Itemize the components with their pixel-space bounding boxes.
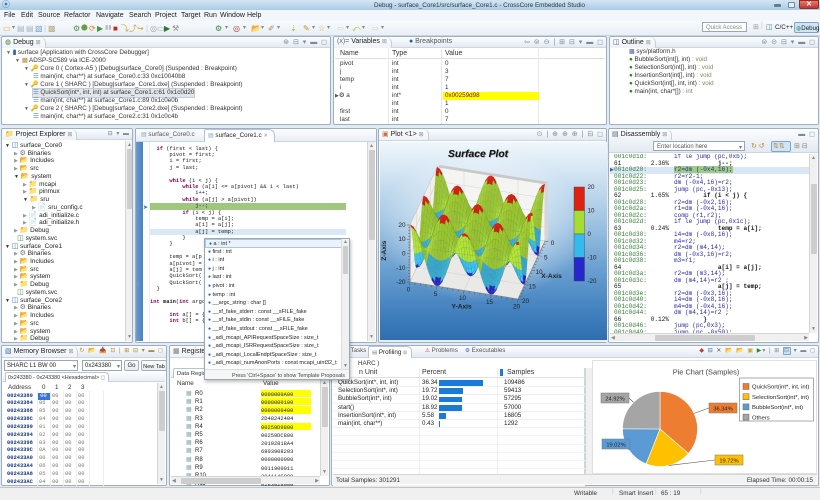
svg-text:24.92%: 24.92% [605, 396, 624, 402]
svg-text:20: 20 [522, 298, 530, 305]
svg-text:BubbleSort(int*, int): BubbleSort(int*, int) [752, 405, 803, 411]
svg-text:X-Axis: X-Axis [541, 273, 562, 280]
svg-text:5: 5 [434, 291, 438, 298]
svg-text:20: 20 [398, 222, 406, 229]
svg-text:-10: -10 [588, 255, 598, 262]
svg-text:10: 10 [459, 295, 467, 302]
svg-text:19.02%: 19.02% [606, 442, 625, 448]
svg-text:-20: -20 [588, 278, 598, 285]
svg-text:SelectionSort(int*, int): SelectionSort(int*, int) [752, 395, 809, 401]
svg-text:0: 0 [551, 240, 555, 247]
svg-text:0: 0 [588, 231, 592, 238]
svg-text:Z-Axis: Z-Axis [381, 240, 388, 260]
svg-text:Others: Others [752, 415, 770, 421]
svg-text:10: 10 [398, 236, 406, 243]
svg-text:-20: -20 [396, 279, 406, 286]
svg-text:0: 0 [402, 251, 406, 258]
svg-text:QuickSort(int*, int, int): QuickSort(int*, int, int) [752, 385, 809, 391]
svg-text:Y-Axis: Y-Axis [452, 304, 472, 311]
svg-text:0: 0 [407, 287, 411, 294]
svg-text:20: 20 [513, 304, 521, 311]
svg-text:5: 5 [544, 255, 548, 262]
svg-text:Pie Chart (Samples): Pie Chart (Samples) [673, 368, 740, 377]
svg-text:36.34%: 36.34% [713, 406, 732, 412]
svg-text:20: 20 [588, 184, 595, 191]
svg-text:19.72%: 19.72% [719, 458, 738, 464]
svg-text:10: 10 [588, 208, 595, 215]
svg-text:-10: -10 [396, 265, 406, 272]
svg-text:15: 15 [486, 299, 494, 306]
svg-text:15: 15 [529, 284, 537, 291]
